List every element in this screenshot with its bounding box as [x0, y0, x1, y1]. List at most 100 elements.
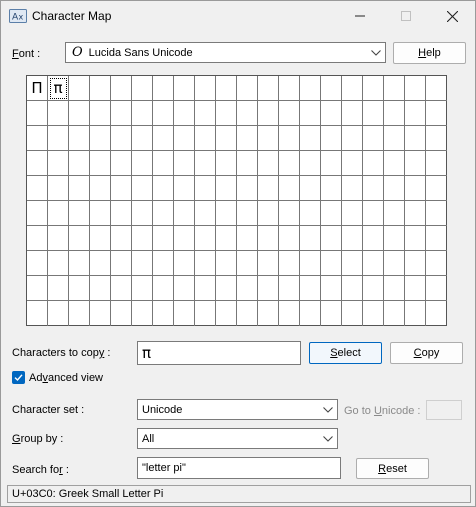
character-cell[interactable]: [153, 276, 174, 301]
character-cell[interactable]: [132, 176, 153, 201]
character-cell[interactable]: [111, 276, 132, 301]
character-cell[interactable]: [90, 176, 111, 201]
character-cell[interactable]: [405, 201, 426, 226]
go-to-unicode-input[interactable]: [426, 400, 462, 420]
character-cell[interactable]: [111, 176, 132, 201]
character-cell[interactable]: [279, 126, 300, 151]
character-cell[interactable]: [300, 101, 321, 126]
character-cell[interactable]: [132, 276, 153, 301]
character-cell[interactable]: [174, 151, 195, 176]
minimize-button[interactable]: [337, 1, 383, 31]
character-cell[interactable]: [174, 251, 195, 276]
character-cell[interactable]: [258, 176, 279, 201]
character-cell[interactable]: [90, 226, 111, 251]
character-cell[interactable]: [342, 176, 363, 201]
character-cell[interactable]: [258, 151, 279, 176]
character-cell[interactable]: [258, 76, 279, 101]
character-cell[interactable]: [174, 76, 195, 101]
character-cell[interactable]: [216, 201, 237, 226]
character-cell[interactable]: [426, 151, 447, 176]
character-cell[interactable]: [48, 201, 69, 226]
character-cell[interactable]: [384, 226, 405, 251]
character-cell[interactable]: [27, 176, 48, 201]
character-cell[interactable]: [216, 76, 237, 101]
copy-button[interactable]: Copy: [390, 342, 463, 364]
character-cell[interactable]: [195, 201, 216, 226]
character-cell[interactable]: [237, 201, 258, 226]
character-cell[interactable]: [426, 201, 447, 226]
character-cell[interactable]: [69, 126, 90, 151]
character-cell[interactable]: [132, 126, 153, 151]
character-cell[interactable]: [363, 301, 384, 326]
character-cell[interactable]: [237, 101, 258, 126]
character-cell[interactable]: [27, 126, 48, 151]
character-cell[interactable]: [279, 251, 300, 276]
character-cell[interactable]: [153, 226, 174, 251]
character-cell[interactable]: [321, 301, 342, 326]
character-cell[interactable]: [174, 126, 195, 151]
character-cell[interactable]: [237, 251, 258, 276]
advanced-view-checkbox[interactable]: [12, 371, 25, 384]
character-cell[interactable]: [174, 176, 195, 201]
character-cell[interactable]: [132, 151, 153, 176]
character-cell[interactable]: [363, 176, 384, 201]
character-cell[interactable]: [258, 301, 279, 326]
character-cell[interactable]: [48, 251, 69, 276]
character-cell[interactable]: [174, 301, 195, 326]
character-cell[interactable]: [174, 226, 195, 251]
character-cell[interactable]: [321, 276, 342, 301]
character-cell[interactable]: [300, 301, 321, 326]
character-cell[interactable]: [237, 126, 258, 151]
character-cell[interactable]: [342, 251, 363, 276]
character-cell[interactable]: [174, 201, 195, 226]
character-cell[interactable]: [426, 101, 447, 126]
character-cell[interactable]: [237, 276, 258, 301]
character-cell[interactable]: [90, 301, 111, 326]
character-cell[interactable]: [321, 251, 342, 276]
character-cell[interactable]: [132, 226, 153, 251]
character-cell[interactable]: [258, 101, 279, 126]
font-dropdown[interactable]: O Lucida Sans Unicode: [65, 42, 386, 63]
character-grid[interactable]: Ππ: [26, 75, 447, 326]
character-cell[interactable]: [48, 226, 69, 251]
character-cell[interactable]: [258, 276, 279, 301]
character-cell[interactable]: [111, 201, 132, 226]
character-cell[interactable]: [384, 201, 405, 226]
character-cell[interactable]: [48, 176, 69, 201]
character-cell[interactable]: [321, 151, 342, 176]
character-cell[interactable]: [384, 276, 405, 301]
character-cell[interactable]: [153, 201, 174, 226]
character-cell[interactable]: [69, 76, 90, 101]
character-cell[interactable]: [153, 151, 174, 176]
character-cell[interactable]: [384, 301, 405, 326]
character-cell[interactable]: [195, 251, 216, 276]
character-cell[interactable]: [90, 201, 111, 226]
character-cell[interactable]: [48, 151, 69, 176]
character-cell[interactable]: [405, 151, 426, 176]
character-cell[interactable]: [153, 126, 174, 151]
character-cell[interactable]: [111, 126, 132, 151]
character-cell[interactable]: [342, 151, 363, 176]
character-cell[interactable]: [363, 76, 384, 101]
character-cell[interactable]: [111, 226, 132, 251]
character-cell[interactable]: [321, 176, 342, 201]
character-cell[interactable]: [321, 76, 342, 101]
character-cell[interactable]: [384, 151, 405, 176]
character-cell[interactable]: [27, 101, 48, 126]
character-cell[interactable]: [279, 201, 300, 226]
character-cell[interactable]: [216, 276, 237, 301]
character-cell[interactable]: [426, 251, 447, 276]
character-cell[interactable]: [195, 151, 216, 176]
character-cell[interactable]: [174, 276, 195, 301]
character-cell[interactable]: [426, 301, 447, 326]
character-cell[interactable]: [405, 251, 426, 276]
character-cell[interactable]: [216, 251, 237, 276]
advanced-view-label[interactable]: Advanced view: [29, 372, 103, 384]
character-cell[interactable]: [426, 76, 447, 101]
character-cell[interactable]: [195, 176, 216, 201]
character-cell[interactable]: [195, 126, 216, 151]
character-cell[interactable]: [153, 301, 174, 326]
character-cell[interactable]: [27, 251, 48, 276]
character-cell[interactable]: [279, 101, 300, 126]
character-cell[interactable]: [132, 201, 153, 226]
